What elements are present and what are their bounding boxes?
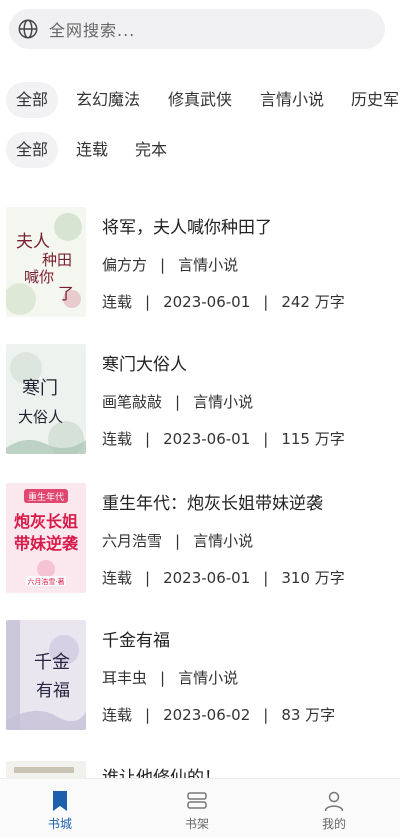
- book-cover[interactable]: 重生年代 炮灰长姐 带妹逆袭 六月浩雪·著: [6, 483, 86, 593]
- book-list-item[interactable]: 千金 有福 千金有福 耳丰虫 | 言情小说 连载 | 2023-06-02 | 83 万字: [0, 620, 400, 745]
- book-words: 310 万字: [281, 569, 345, 587]
- status-chip-all[interactable]: 全部: [6, 132, 59, 168]
- person-icon: [324, 791, 344, 812]
- book-author: 耳丰虫: [102, 669, 148, 687]
- book-author-category: 六月浩雪 | 言情小说: [102, 532, 254, 550]
- status-chip-serial[interactable]: 连载: [76, 132, 108, 168]
- bottom-tab-bar: 书城 书架 我的: [0, 778, 400, 837]
- book-title[interactable]: 千金有福: [102, 626, 170, 651]
- genre-chip-all[interactable]: 全部: [6, 82, 59, 118]
- book-author: 六月浩雪: [102, 532, 163, 550]
- book-list-item[interactable]: 寒门 大俗人 寒门大俗人 画笔敲敲 | 言情小说 连载 | 2023-06-01 | 115…: [0, 344, 400, 469]
- search-input[interactable]: 全网搜索...: [49, 17, 135, 41]
- book-status: 连载: [102, 293, 133, 311]
- book-status-line: 连载 | 2023-06-02 | 83 万字: [102, 706, 336, 724]
- book-title[interactable]: 重生年代：炮灰长姐带妹逆袭: [102, 489, 323, 514]
- genre-chip-xianxia[interactable]: 修真武侠: [168, 82, 232, 118]
- svg-text:种田: 种田: [42, 251, 72, 269]
- tab-profile[interactable]: 我的: [294, 779, 374, 837]
- svg-text:大俗人: 大俗人: [18, 408, 63, 426]
- book-words: 83 万字: [281, 706, 336, 724]
- book-words: 242 万字: [281, 293, 345, 311]
- book-status: 连载: [102, 430, 133, 448]
- book-category: 言情小说: [178, 669, 239, 687]
- book-status-line: 连载 | 2023-06-01 | 310 万字: [102, 569, 345, 587]
- tab-bookstore[interactable]: 书城: [20, 779, 100, 837]
- genre-chip-history[interactable]: 历史军: [351, 82, 399, 118]
- book-status-line: 连载 | 2023-06-01 | 242 万字: [102, 293, 345, 311]
- svg-text:千金: 千金: [34, 652, 70, 673]
- svg-text:寒门: 寒门: [22, 378, 58, 399]
- svg-text:有福: 有福: [36, 681, 70, 701]
- search-bar[interactable]: 全网搜索...: [9, 9, 385, 49]
- tab-label: 书城: [47, 817, 72, 831]
- genre-filter-row: 全部 玄幻魔法 修真武侠 言情小说 历史军: [0, 82, 400, 118]
- book-status: 连载: [102, 706, 133, 724]
- book-list-item[interactable]: 夫人 种田 喊你 了 将军，夫人喊你种田了 偏方方 | 言情小说 连载 | 2023-0…: [0, 207, 400, 332]
- tab-label: 书架: [184, 817, 209, 831]
- svg-text:了: 了: [58, 284, 74, 303]
- book-cover[interactable]: 夫人 种田 喊你 了: [6, 207, 86, 317]
- book-category: 言情小说: [193, 393, 254, 411]
- svg-text:炮灰长姐: 炮灰长姐: [14, 512, 78, 531]
- book-author: 偏方方: [102, 256, 148, 274]
- book-status: 连载: [102, 569, 133, 587]
- tab-bookshelf[interactable]: 书架: [157, 779, 237, 837]
- bookshelf-icon: [187, 792, 207, 809]
- book-status-line: 连载 | 2023-06-01 | 115 万字: [102, 430, 345, 448]
- status-chip-complete[interactable]: 完本: [135, 132, 167, 168]
- book-title[interactable]: 将军，夫人喊你种田了: [102, 213, 272, 238]
- book-author-category: 画笔敲敲 | 言情小说: [102, 393, 254, 411]
- book-author: 画笔敲敲: [102, 393, 163, 411]
- book-date: 2023-06-02: [163, 706, 251, 724]
- book-category: 言情小说: [178, 256, 239, 274]
- book-cover[interactable]: 寒门 大俗人: [6, 344, 86, 454]
- svg-text:重生年代: 重生年代: [28, 491, 64, 503]
- genre-chip-fantasy[interactable]: 玄幻魔法: [76, 82, 140, 118]
- book-category: 言情小说: [193, 532, 254, 550]
- tab-label: 我的: [321, 817, 346, 831]
- svg-text:夫人: 夫人: [16, 232, 50, 252]
- book-cover[interactable]: [6, 761, 86, 778]
- book-date: 2023-06-01: [163, 430, 251, 448]
- book-list-item[interactable]: 谁让他修仙的！: [0, 757, 400, 778]
- book-list-item[interactable]: 重生年代 炮灰长姐 带妹逆袭 六月浩雪·著 重生年代：炮灰长姐带妹逆袭 六月浩雪…: [0, 483, 400, 608]
- bookmark-icon: [53, 791, 67, 811]
- book-title[interactable]: 谁让他修仙的！: [102, 763, 221, 778]
- globe-icon: [18, 19, 38, 39]
- status-filter-row: 全部 连载 完本: [0, 132, 400, 168]
- genre-chip-romance[interactable]: 言情小说: [260, 82, 324, 118]
- svg-text:六月浩雪·著: 六月浩雪·著: [27, 577, 64, 586]
- book-cover[interactable]: 千金 有福: [6, 620, 86, 730]
- book-date: 2023-06-01: [163, 293, 251, 311]
- book-date: 2023-06-01: [163, 569, 251, 587]
- book-title[interactable]: 寒门大俗人: [102, 350, 187, 375]
- book-author-category: 耳丰虫 | 言情小说: [102, 669, 239, 687]
- svg-text:带妹逆袭: 带妹逆袭: [14, 534, 79, 553]
- book-author-category: 偏方方 | 言情小说: [102, 256, 239, 274]
- svg-text:喊你: 喊你: [24, 268, 54, 286]
- book-words: 115 万字: [281, 430, 345, 448]
